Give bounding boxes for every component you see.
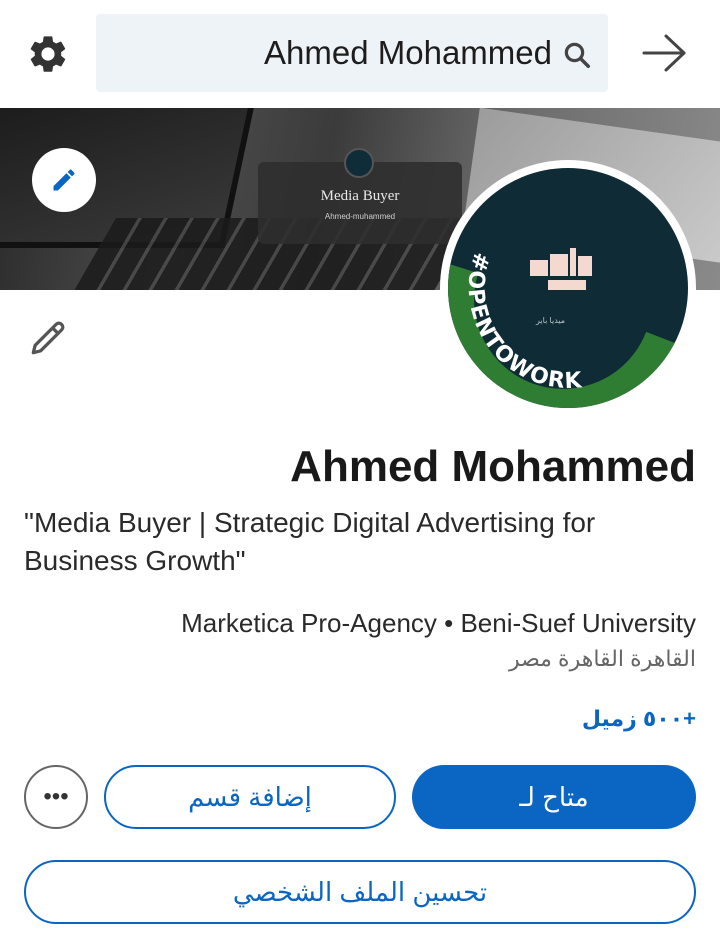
top-bar: Ahmed Mohammed <box>0 0 720 108</box>
opentowork-frame: #OPENTOWORK <box>448 249 678 408</box>
banner-card: Media Buyer Ahmed-muhammed <box>258 148 462 244</box>
more-options-button[interactable]: ••• <box>24 765 88 829</box>
banner-card-title: Media Buyer <box>320 188 400 204</box>
search-icon[interactable] <box>562 40 592 70</box>
gear-icon[interactable] <box>26 32 70 76</box>
enhance-profile-button[interactable]: تحسين الملف الشخصي <box>24 860 696 924</box>
connections-link[interactable]: +٥٠٠ زميل <box>582 706 696 732</box>
edit-profile-icon[interactable] <box>26 316 70 360</box>
profile-organization[interactable]: Marketica Pro-Agency • Beni-Suef Univers… <box>181 608 696 639</box>
arrow-right-icon[interactable] <box>640 30 690 76</box>
add-section-button[interactable]: إضافة قسم <box>104 765 396 829</box>
profile-photo[interactable]: ميديا باير #OPENTOWORK <box>440 160 696 416</box>
banner-card-subtitle: Ahmed-muhammed <box>324 212 396 221</box>
banner-card-logo <box>344 148 374 178</box>
open-to-button[interactable]: متاح لـ <box>412 765 696 829</box>
profile-photo-image: ميديا باير #OPENTOWORK <box>448 168 688 408</box>
profile-location: القاهرة القاهرة مصر <box>508 646 696 671</box>
profile-name: Ahmed Mohammed <box>290 442 696 491</box>
edit-banner-button[interactable] <box>32 148 96 212</box>
pencil-icon <box>53 169 75 191</box>
search-input[interactable]: Ahmed Mohammed <box>96 14 608 92</box>
profile-headline: "Media Buyer | Strategic Digital Adverti… <box>24 507 596 576</box>
search-query[interactable]: Ahmed Mohammed <box>264 34 552 72</box>
